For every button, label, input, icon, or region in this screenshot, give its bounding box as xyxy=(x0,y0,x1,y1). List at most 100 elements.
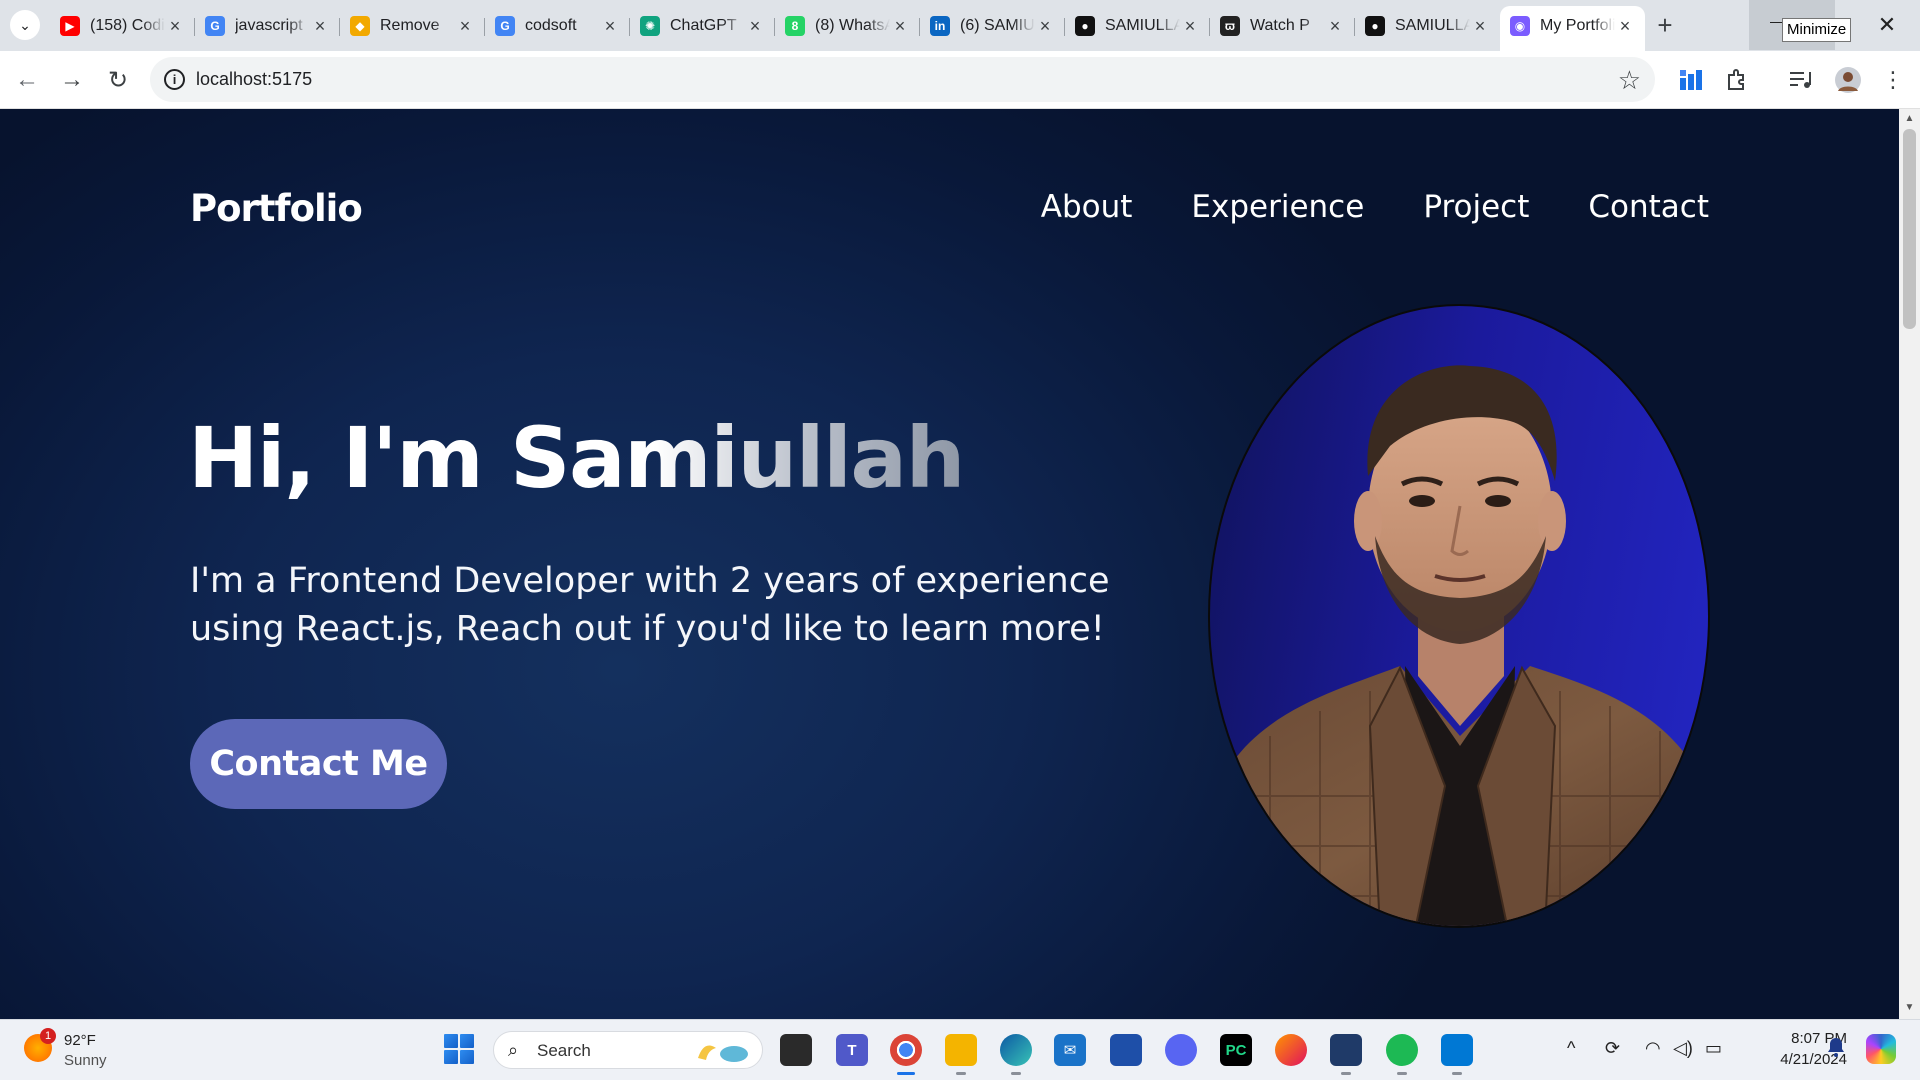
close-tab-icon[interactable]: × xyxy=(745,16,765,36)
portrait-illustration xyxy=(1210,365,1708,926)
close-tab-icon[interactable]: × xyxy=(1180,16,1200,36)
tab-title: SAMIULLAH xyxy=(1105,17,1180,34)
browser-tab[interactable]: Gcodsoft × xyxy=(485,6,630,46)
scroll-up-arrow-icon[interactable]: ▲ xyxy=(1903,113,1916,125)
site-logo[interactable]: Portfolio xyxy=(190,187,363,230)
tab-search-button[interactable]: ⌄ xyxy=(10,10,40,40)
cap-icon: ◆ xyxy=(350,16,370,36)
sync-icon[interactable]: ⟳ xyxy=(1605,1038,1620,1059)
tab-title: Watch P xyxy=(1250,17,1310,34)
google-icon: G xyxy=(495,16,515,36)
mail-icon[interactable]: ✉ xyxy=(1054,1034,1086,1066)
taskbar-search[interactable]: ⌕ Search xyxy=(493,1031,763,1069)
close-tab-icon[interactable]: × xyxy=(455,16,475,36)
close-tab-icon[interactable]: × xyxy=(1325,16,1345,36)
tab-title: SAMIULLAH xyxy=(1395,17,1470,34)
plus-icon: + xyxy=(1657,9,1673,40)
spotify-icon[interactable] xyxy=(1386,1034,1418,1075)
search-highlight-icon xyxy=(698,1045,748,1062)
page-viewport: Portfolio About Experience Project Conta… xyxy=(0,109,1899,1019)
scroll-thumb[interactable] xyxy=(1903,129,1916,329)
tab-title: (158) Coding xyxy=(90,17,165,34)
browser-tab[interactable]: in (6) SAMIULLAH× xyxy=(920,6,1065,46)
tab-title: (8) WhatsApp xyxy=(815,17,890,34)
close-tab-icon[interactable]: × xyxy=(165,16,185,36)
browser-toolbar: ← → ↻ i localhost:5175 ☆ ⋮ xyxy=(0,51,1920,109)
nav-link-about[interactable]: About xyxy=(1041,189,1133,225)
firefox-icon[interactable] xyxy=(1275,1034,1307,1066)
browser-tab[interactable]: ϖ Watch P × xyxy=(1210,6,1355,46)
browser-tab[interactable]: ● SAMIULLAH× xyxy=(1355,6,1500,46)
weather-temperature[interactable]: 92°F xyxy=(64,1032,96,1049)
notification-bell-icon[interactable] xyxy=(1826,1036,1846,1058)
mysql-workbench-icon[interactable] xyxy=(1330,1034,1362,1075)
close-tab-icon[interactable]: × xyxy=(1615,16,1635,36)
volume-icon[interactable]: ◁) xyxy=(1673,1038,1693,1059)
browser-tab[interactable]: 8 (8) WhatsApp× xyxy=(775,6,920,46)
browser-menu-icon[interactable]: ⋮ xyxy=(1878,65,1908,95)
whatsapp-icon: 8 xyxy=(785,16,805,36)
copilot-icon[interactable] xyxy=(1866,1034,1896,1064)
edge-icon[interactable] xyxy=(1000,1034,1032,1075)
chrome-icon[interactable] xyxy=(890,1034,922,1075)
battery-icon[interactable]: ▭ xyxy=(1705,1038,1722,1059)
arrow-right-icon: → xyxy=(60,66,84,93)
extensions-puzzle-icon[interactable] xyxy=(1722,65,1752,95)
close-tab-icon[interactable]: × xyxy=(600,16,620,36)
address-bar[interactable]: i localhost:5175 ☆ xyxy=(150,57,1655,102)
store-icon[interactable] xyxy=(1110,1034,1142,1066)
wifi-icon[interactable]: ◠ xyxy=(1645,1038,1661,1059)
nav-link-experience[interactable]: Experience xyxy=(1191,189,1364,225)
nav-link-contact[interactable]: Contact xyxy=(1588,189,1709,225)
back-button[interactable]: ← xyxy=(11,64,43,96)
browser-tab[interactable]: ▶ (158) Coding× xyxy=(50,6,195,46)
taskbar-search-label: Search xyxy=(537,1041,591,1060)
vscode-icon[interactable] xyxy=(1441,1034,1473,1075)
scroll-down-arrow-icon[interactable]: ▼ xyxy=(1903,1002,1916,1014)
reload-button[interactable]: ↻ xyxy=(102,64,134,96)
browser-tab[interactable]: Gjavascript × xyxy=(195,6,340,46)
browser-tab[interactable]: ◆ Remove × xyxy=(340,6,485,46)
site-info-icon[interactable]: i xyxy=(164,69,185,90)
tab-title: javascript xyxy=(235,17,303,34)
new-tab-button[interactable]: + xyxy=(1650,10,1680,40)
pycharm-icon[interactable]: PC xyxy=(1220,1034,1252,1066)
media-control-icon[interactable] xyxy=(1786,65,1816,95)
teams-icon[interactable]: T xyxy=(836,1034,868,1066)
weather-badge: 1 xyxy=(40,1028,56,1044)
file-explorer-icon[interactable] xyxy=(945,1034,977,1075)
minimize-icon xyxy=(1770,22,1782,23)
linkedin-icon: in xyxy=(930,16,950,36)
search-icon: ⌕ xyxy=(508,1040,519,1060)
task-view-icon[interactable] xyxy=(780,1034,812,1066)
github-icon: ● xyxy=(1365,16,1385,36)
close-tab-icon[interactable]: × xyxy=(1035,16,1055,36)
close-tab-icon[interactable]: × xyxy=(890,16,910,36)
main-nav: About Experience Project Contact xyxy=(1041,189,1709,225)
close-tab-icon[interactable]: × xyxy=(310,16,330,36)
arrow-left-icon: ← xyxy=(15,66,39,93)
forward-button[interactable]: → xyxy=(56,64,88,96)
chatgpt-icon: ✺ xyxy=(640,16,660,36)
reload-icon: ↻ xyxy=(107,66,129,94)
close-icon: ✕ xyxy=(1877,12,1897,37)
nav-link-project[interactable]: Project xyxy=(1423,189,1529,225)
browser-tab[interactable]: ● SAMIULLAH× xyxy=(1065,6,1210,46)
extension-grid-icon[interactable] xyxy=(1676,65,1706,95)
windows-taskbar: 1 92°F Sunny ⌕ Search T ✉ PC ^ ⟳ ◠ ◁) ▭ … xyxy=(0,1019,1920,1080)
page-scrollbar[interactable]: ▲ ▼ xyxy=(1899,109,1920,1019)
close-tab-icon[interactable]: × xyxy=(1470,16,1490,36)
browser-tab[interactable]: ✺ ChatGPT × xyxy=(630,6,775,46)
window-close-button[interactable]: ✕ xyxy=(1872,10,1902,40)
contact-me-button[interactable]: Contact Me xyxy=(190,719,447,809)
start-button[interactable] xyxy=(444,1034,474,1064)
weather-condition[interactable]: Sunny xyxy=(64,1052,107,1069)
discord-icon[interactable] xyxy=(1165,1034,1197,1066)
tab-list: ▶(158) Coding×Gjavascript×◆Remove×Gcodso… xyxy=(50,6,1645,51)
show-hidden-icons-chevron-icon[interactable]: ^ xyxy=(1567,1038,1575,1059)
wave-icon: ϖ xyxy=(1220,16,1240,36)
profile-portrait xyxy=(1208,304,1710,928)
browser-tab[interactable]: ◉ My Portfolio× xyxy=(1500,6,1645,51)
profile-avatar[interactable] xyxy=(1833,65,1863,95)
bookmark-star-icon[interactable]: ☆ xyxy=(1618,65,1641,96)
